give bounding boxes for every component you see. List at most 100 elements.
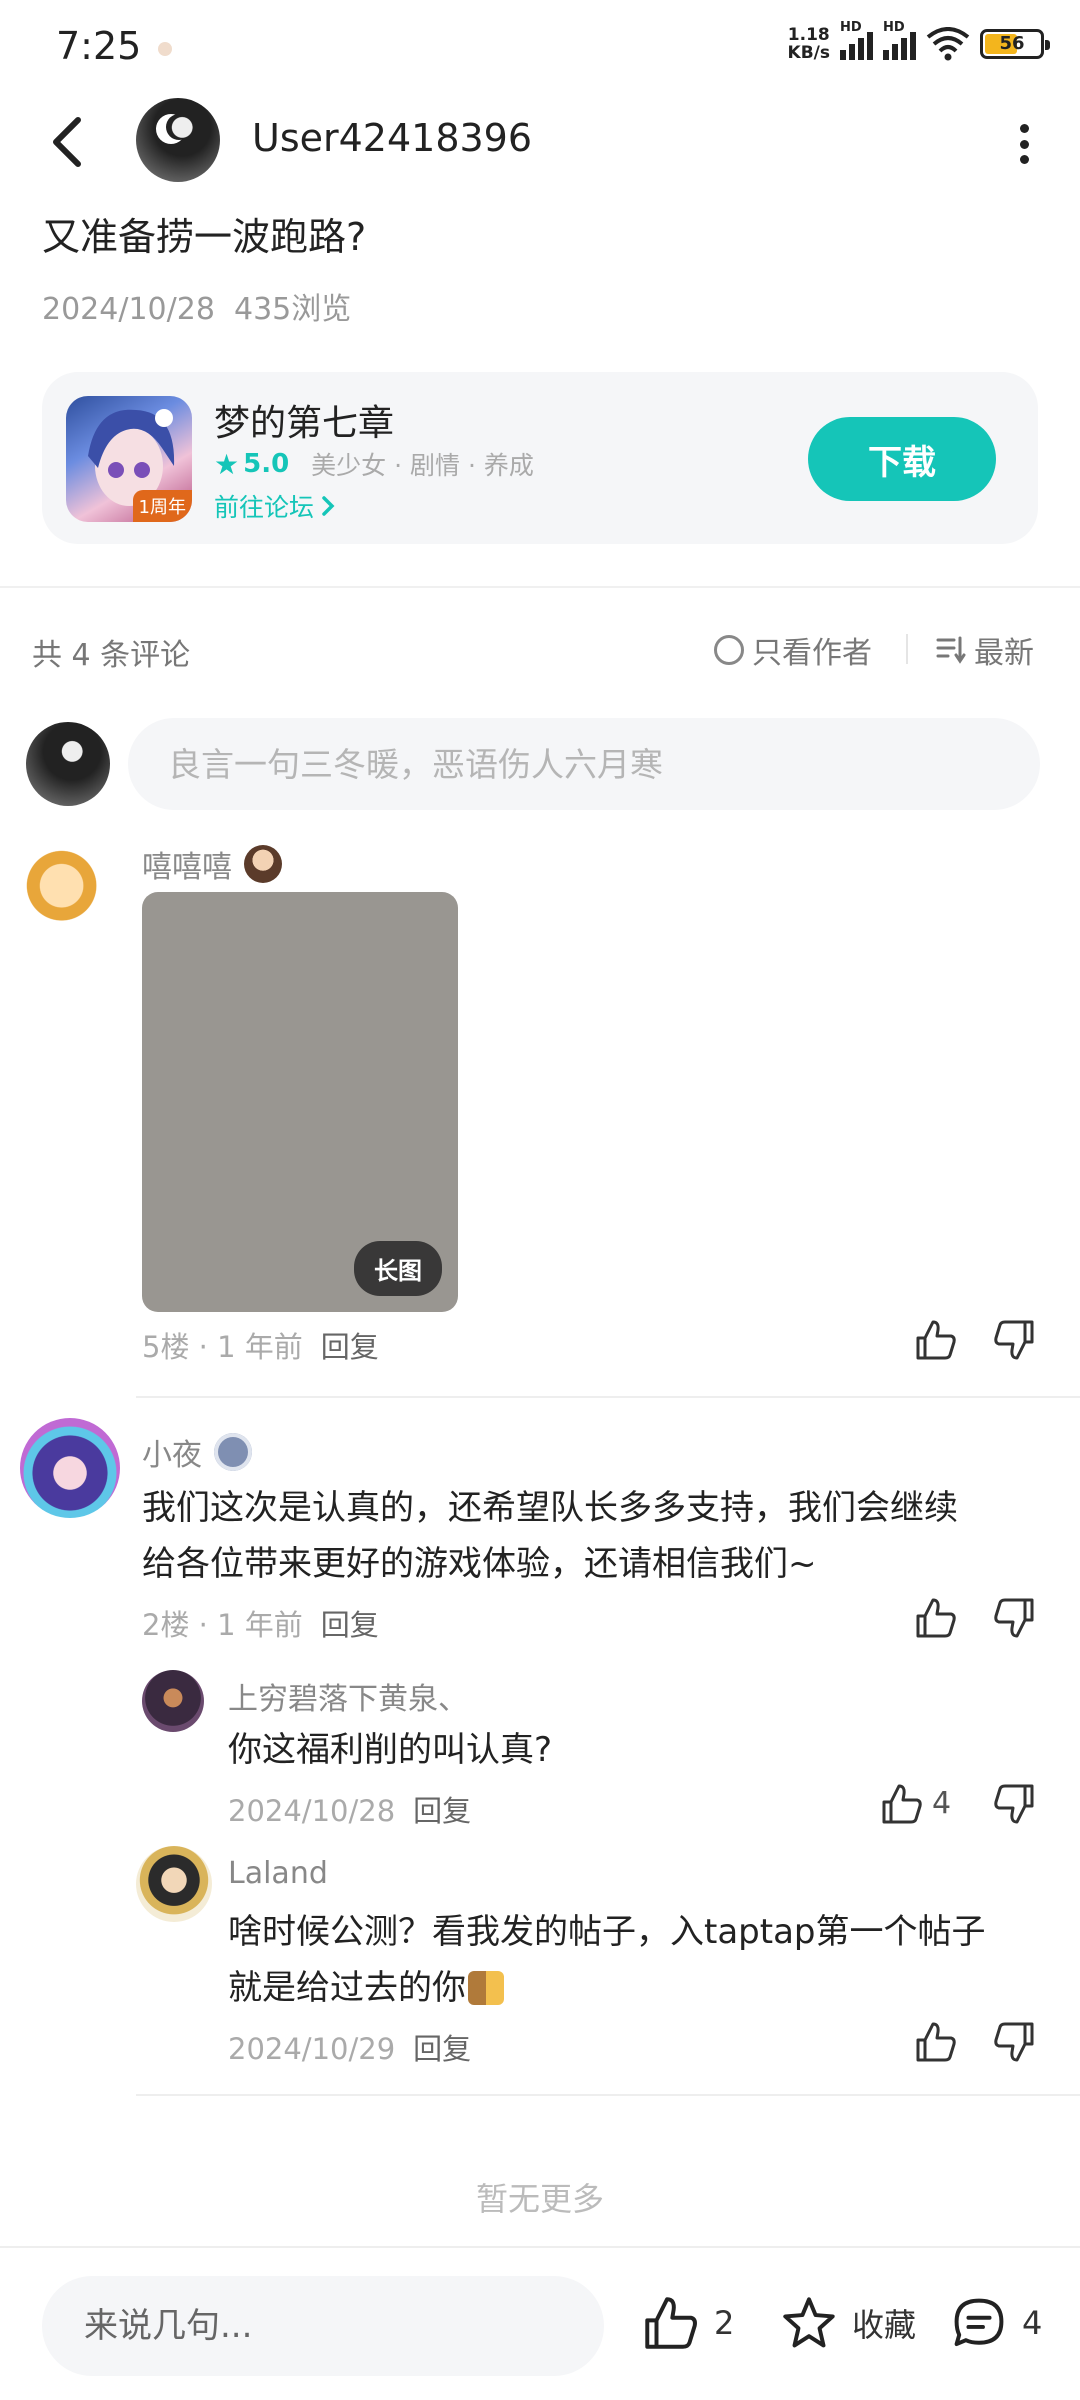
no-more-text: 暂无更多 [475,2180,604,2218]
thumbs-down-icon [994,1598,1034,1638]
game-name[interactable]: 梦的第七章 [214,394,394,446]
like-button[interactable] [914,2020,958,2064]
comment-floor: 2楼 [142,1608,190,1642]
bottom-comment-input[interactable] [42,2276,604,2376]
thumbs-up-icon [916,1598,956,1638]
game-card[interactable]: 1周年 梦的第七章 ★ 5.0 美少女 · 剧情 · 养成 前往论坛 下载 [42,372,1038,544]
thumbs-up-icon [882,1784,922,1824]
game-icon[interactable]: 1周年 [66,396,192,522]
notification-icon [158,42,172,56]
comment-meta: 5楼 · 1 年前 回复 [142,1330,379,1364]
network-speed-unit: KB/s [787,43,830,63]
author-avatar[interactable] [136,98,220,182]
dislike-button[interactable] [992,1596,1036,1640]
like-button[interactable] [914,1318,958,1362]
network-speed-value: 1.18 [787,25,830,45]
hd-label: HD [840,20,862,35]
dislike-button[interactable] [992,2020,1036,2064]
battery-level: 56 [999,33,1025,54]
post-date: 2024/10/28 [42,292,215,327]
section-divider [0,586,1080,588]
my-avatar [26,722,110,806]
thumbs-up-icon [645,2297,697,2349]
signal-icon-2: HD [883,20,916,60]
reply-text: 你这福利削的叫认真? [228,1730,553,1770]
reply-button[interactable]: 回复 [321,1608,379,1642]
like-button[interactable] [880,1782,924,1826]
author-only-toggle[interactable]: 只看作者 [714,628,872,672]
reply-button[interactable]: 回复 [413,2032,471,2066]
back-button[interactable] [46,112,90,172]
commenter-name[interactable]: 嘻嘻嘻 [142,842,232,886]
post-title: 又准备捞一波跑路? [42,215,367,259]
comments-button[interactable]: 4 [950,2294,1042,2352]
battery-icon: 56 [980,29,1050,59]
author-username[interactable]: User42418396 [252,116,532,160]
game-tags: 美少女 · 剧情 · 养成 [311,451,534,480]
reply-text-line: 啥时候公测？看我发的帖子，入taptap第一个帖子 [228,1912,986,1952]
forum-link-label: 前往论坛 [214,493,315,522]
reply-meta: 2024/10/29 回复 [228,2026,471,2068]
sort-icon [936,636,966,664]
comment-input[interactable] [128,718,1040,810]
reply-name[interactable]: Laland [228,1856,328,1891]
verified-badge-icon [214,1433,252,1471]
wifi-icon [926,27,970,61]
emoji-icon [468,1971,504,2005]
game-score: 5.0 [243,449,290,479]
post-like-button[interactable]: 2 [642,2294,734,2352]
commenter-avatar[interactable] [24,834,118,928]
status-time: 7:25 [56,24,142,68]
chevron-left-icon [53,117,81,167]
reply-button[interactable]: 回复 [413,1794,471,1828]
long-image-badge: 长图 [354,1241,442,1296]
commenter-name-row: 嘻嘻嘻 [142,842,282,886]
reply-avatar[interactable] [142,1670,204,1732]
comment-meta: 2楼 · 1 年前 回复 [142,1608,379,1642]
commenter-avatar[interactable] [20,1418,120,1518]
thumbs-down-icon [994,1784,1034,1824]
more-options-icon[interactable] [1018,124,1030,164]
comment-time: 1 年前 [217,1608,303,1642]
comment-bubble-icon [954,2298,1004,2347]
commenter-name-row: 小夜 [142,1430,252,1474]
reply-button[interactable]: 回复 [321,1330,379,1364]
thumbs-up-icon [916,2022,956,2062]
download-button[interactable]: 下载 [808,417,996,501]
favorite-button[interactable]: 收藏 [780,2294,916,2352]
like-button[interactable] [914,1596,958,1640]
favorite-label: 收藏 [852,2306,917,2344]
user-badge-icon [244,845,282,883]
thumbs-down-icon [994,1320,1034,1360]
bottom-bar-divider [0,2246,1080,2248]
comment-text-line: 给各位带来更好的游戏体验，还请相信我们~ [142,1544,817,1584]
post-views: 435浏览 [234,292,352,327]
divider [136,1396,1080,1398]
reply-avatar[interactable] [136,1846,212,1922]
dislike-button[interactable] [992,1782,1036,1826]
sort-label: 最新 [974,636,1034,671]
reply-text-line: 就是给过去的你 [228,1968,466,2008]
forum-link[interactable]: 前往论坛 [214,488,336,524]
radio-icon [714,635,744,665]
divider [906,634,908,664]
reply-name-row: Laland [228,1856,328,1891]
comment-floor: 5楼 [142,1330,190,1364]
chevron-right-icon [322,496,335,516]
comment-count: 共 4 条评论 [32,638,191,673]
post-meta: 2024/10/28 435浏览 [42,284,351,328]
comment-text-line: 我们这次是认真的，还希望队长多多支持，我们会继续 [142,1488,958,1528]
reply-name[interactable]: 上穷碧落下黄泉、 [228,1674,468,1718]
commenter-name[interactable]: 小夜 [142,1430,202,1474]
reply-text: 啥时候公测？看我发的帖子，入taptap第一个帖子 就是给过去的你 [228,1904,1048,2016]
comment-image[interactable]: 长图 [142,892,458,1312]
thumbs-down-icon [994,2022,1034,2062]
reply-meta: 2024/10/28 回复 [228,1788,471,1830]
status-bar: 7:25 1.18 KB/s HD HD 56 [0,0,1080,100]
anniversary-badge: 1周年 [132,490,192,522]
dislike-button[interactable] [992,1318,1036,1362]
sort-button[interactable]: 最新 [936,628,1034,672]
hd-label-2: HD [883,20,905,35]
comments-count: 4 [1022,2304,1043,2342]
comment-time: 1 年前 [217,1330,303,1364]
